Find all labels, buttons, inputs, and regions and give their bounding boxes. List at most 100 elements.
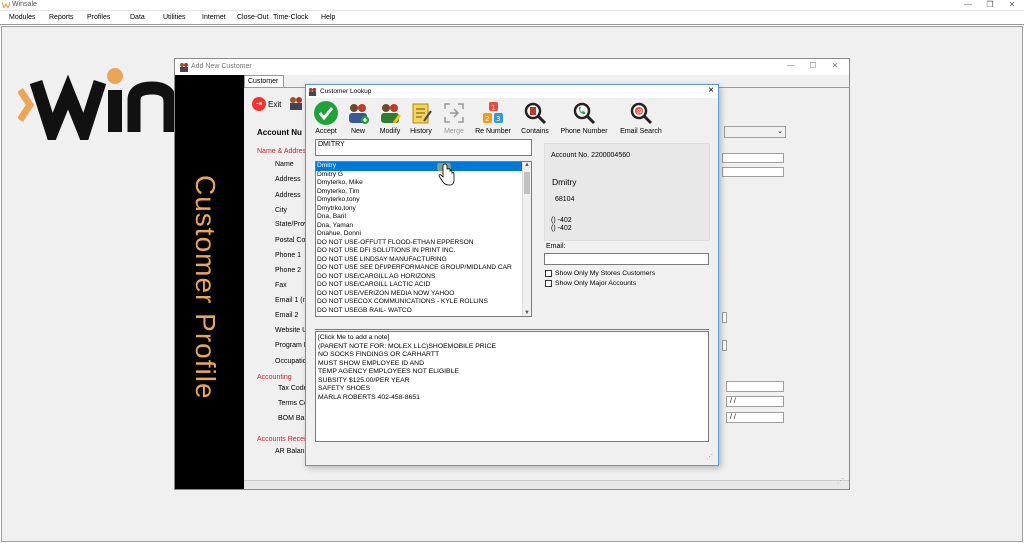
list-item[interactable]: DO NOT USE-OFFUTT FLOOD-ETHAN EPPERSON [316, 239, 523, 248]
address-field[interactable] [722, 167, 784, 177]
phone-number-button[interactable]: Phone Number [558, 100, 610, 135]
exit-button[interactable]: ⇥ Exit [252, 97, 281, 111]
lookup-close-button[interactable]: × [708, 86, 714, 96]
email2-field-edge[interactable] [722, 312, 727, 323]
postal-code-label: Postal Co [275, 237, 306, 244]
customer-info-panel: Account No. 2200004560 Dmitry 68104 () -… [544, 143, 710, 241]
note-line: SUBSITY $125.00/PER YEAR [318, 376, 410, 384]
account-number: Account No. 2200004560 [551, 152, 631, 159]
people-add-icon [349, 104, 369, 124]
program-label: Program I [275, 342, 306, 349]
exit-label: Exit [268, 99, 282, 109]
renumber-button[interactable]: 123 Re Number [473, 100, 513, 135]
terms-date-field[interactable]: / / [726, 396, 784, 407]
bom-date-field[interactable]: / / [726, 412, 784, 423]
customer-notes-area[interactable]: [Click Me to add a note] (PARENT NOTE FO… [315, 331, 709, 442]
app-logo-icon [2, 2, 10, 8]
svg-text:2: 2 [485, 115, 489, 123]
list-item[interactable]: DO NOT USEGB RAIL- WATCO [316, 307, 523, 316]
address2-label: Address [275, 192, 301, 199]
email-search-icon: @ [630, 102, 653, 125]
hand-cursor-icon [437, 163, 455, 186]
menu-modules[interactable]: Modules [9, 14, 35, 21]
chevron-down-icon: ⌄ [777, 128, 783, 135]
resize-grip-icon[interactable]: ⋰ [837, 477, 847, 487]
merge-label: Merge [444, 128, 464, 135]
close-button[interactable]: ✕ [1002, 0, 1022, 11]
menu-internet[interactable]: Internet [202, 14, 226, 21]
menu-reports[interactable]: Reports [49, 14, 74, 21]
menubar: Modules Reports Profiles Data Utilities … [0, 11, 1024, 25]
customers-icon [180, 63, 188, 72]
menu-help[interactable]: Help [321, 14, 335, 21]
list-item[interactable]: DO NOT USE/VERIZON MEDIA NOW YAHOO [316, 290, 523, 299]
modify-label: Modify [379, 128, 401, 135]
account-number-label: Account Nu [257, 128, 302, 137]
new-button[interactable]: New [345, 100, 371, 135]
tax-code-label: Tax Code [278, 385, 308, 392]
merge-button[interactable]: Merge [439, 100, 469, 135]
ar-balance-label: AR Balan [275, 448, 305, 455]
major-accounts-checkbox[interactable]: Show Only Major Accounts [545, 280, 636, 287]
list-item[interactable]: Dmitry [316, 162, 523, 171]
program-field-edge[interactable] [722, 340, 727, 351]
customers-icon [290, 97, 302, 110]
email1-label: Email 1 (n [275, 297, 307, 304]
menu-close-out[interactable]: Close-Out [237, 14, 269, 21]
email-field[interactable] [544, 253, 709, 265]
contains-button[interactable]: Contains [519, 100, 551, 135]
occupation-label: Occupatio [275, 358, 307, 365]
tax-code-field[interactable] [726, 381, 784, 392]
checkbox-box[interactable] [545, 280, 552, 287]
list-item[interactable]: DO NOT USE/CARGILL LACTIC ACID [316, 281, 523, 290]
list-item[interactable]: Dmytrko,tony [316, 205, 523, 214]
minimize-button[interactable]: — [958, 0, 978, 11]
new-label: New [350, 128, 365, 135]
name-field[interactable] [722, 153, 784, 163]
chevron-up-icon[interactable]: ▲ [524, 162, 530, 168]
anc-close-button[interactable]: ✕ [825, 61, 845, 72]
horizontal-scrollbar[interactable] [244, 480, 849, 489]
lookup-titlebar: Customer Lookup × [306, 85, 718, 98]
tab-customer[interactable]: Customer [244, 75, 284, 87]
account-dropdown[interactable]: ⌄ [724, 126, 786, 138]
list-item[interactable]: Dmyterko,tony [316, 196, 523, 205]
email-search-button[interactable]: @ Email Search [618, 100, 664, 135]
list-item[interactable]: DO NOT USE/CARGILL AG HORIZONS [316, 273, 523, 282]
history-button[interactable]: History [406, 100, 436, 135]
accept-button[interactable]: Accept [313, 100, 339, 135]
menu-utilities[interactable]: Utilities [163, 14, 186, 21]
list-item[interactable]: Dna, Yaman [316, 222, 523, 231]
list-item[interactable]: Dmyterko, Tim [316, 188, 523, 197]
list-item[interactable]: Dna, Baril [316, 213, 523, 222]
menu-profiles[interactable]: Profiles [87, 14, 110, 21]
stores-only-label: Show Only My Stores Customers [555, 270, 656, 277]
search-icon [524, 102, 547, 125]
scroll-thumb[interactable] [524, 172, 530, 194]
customer-search-input[interactable]: DMITRY [315, 139, 532, 156]
list-item[interactable]: DO NOT USE DFI SOLUTIONS IN PRINT INC. [316, 247, 523, 256]
anc-minimize-button[interactable]: — [781, 61, 801, 72]
list-item[interactable]: DO NOT USE LINDSAY MANUFACTURING [316, 256, 523, 265]
section-accounting: Accounting [257, 374, 292, 381]
anc-maximize-button[interactable]: ☐ [803, 61, 823, 72]
lookup-resize-grip-icon[interactable]: ⋰ [706, 453, 716, 463]
chevron-down-icon[interactable]: ▼ [524, 310, 530, 316]
customer-results-list[interactable]: Dmitry Dmitry G Dmyterko, Mike Dmyterko,… [315, 161, 532, 317]
note-line: (PARENT NOTE FOR: MOLEX LLC)SHOEMOBILE P… [318, 342, 497, 350]
list-item[interactable]: Dmyterko, Mike [316, 179, 523, 188]
add-customer-title: Add New Customer [191, 63, 252, 70]
menu-data[interactable]: Data [130, 14, 145, 21]
list-item[interactable]: DO NOT USECOX COMMUNICATIONS - KYLE ROLL… [316, 298, 523, 307]
add-note-link[interactable]: [Click Me to add a note] [318, 334, 706, 343]
list-item[interactable]: Dnahue, Donni [316, 230, 523, 239]
restore-button[interactable]: ❐ [980, 0, 1000, 11]
major-accounts-label: Show Only Major Accounts [555, 280, 637, 287]
stores-only-checkbox[interactable]: Show Only My Stores Customers [545, 270, 655, 277]
modify-button[interactable]: Modify [375, 100, 405, 135]
list-item[interactable]: Dmitry G [316, 171, 523, 180]
menu-time-clock[interactable]: Time-Clock [273, 14, 308, 21]
list-scrollbar[interactable]: ▲ ▼ [522, 162, 531, 316]
checkbox-box[interactable] [545, 270, 552, 277]
list-item[interactable]: DO NOT USE SEE DFI/PERFORMANCE GROUP/MID… [316, 264, 523, 273]
